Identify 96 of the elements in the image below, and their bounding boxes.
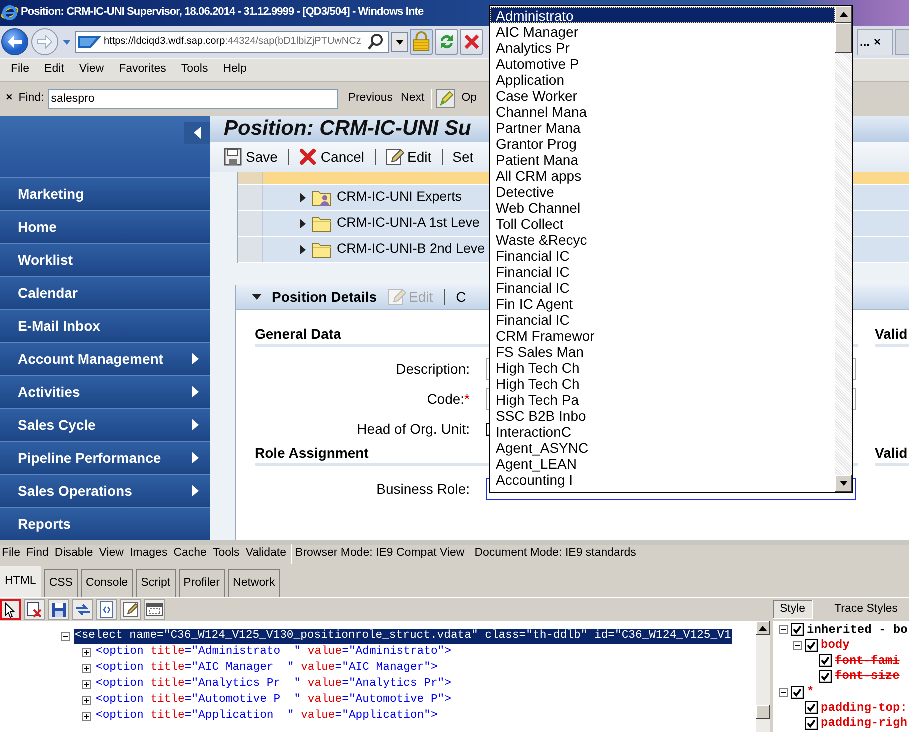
menu-item[interactable]: Find [24,547,53,561]
style-rule: inherited - bo [807,622,908,637]
menu-item[interactable]: Edit [38,63,72,77]
sidebar-item[interactable]: Sales Cycle [0,408,210,441]
sidebar-item[interactable]: Reports [0,507,210,540]
dropdown-option[interactable]: Automotive P [490,55,835,71]
menu-item[interactable]: Tools [210,547,244,561]
find-button[interactable]: Previous [346,92,396,106]
dropdown-option[interactable]: Partner Mana [490,119,835,135]
section-title: Valid [875,445,909,466]
menu-item[interactable]: Validate [244,547,291,561]
devtools-tab[interactable]: Profiler [178,569,226,597]
menu-item[interactable]: Cache [172,547,211,561]
dropdown-option[interactable]: Detective [490,183,835,199]
field-label: Description: [395,360,470,378]
window-title: Position: CRM-IC-UNI Supervisor, 18.06.2014 - 31.12.9999 - [QD3/504] - Windows Inte [21,6,424,20]
style-rule: * [807,684,814,700]
close-button[interactable]: × [4,92,15,106]
field-label: Head of Org. Unit: [356,420,470,438]
dropdown-option[interactable]: Administrato [490,7,835,23]
options-button[interactable]: Op [460,92,480,106]
dropdown-option[interactable]: Web Channel [490,199,835,215]
menu-item[interactable]: View [97,547,128,561]
dropdown-option[interactable]: All CRM apps [490,167,835,183]
cancel-button[interactable]: Cancel [296,148,367,166]
dropdown-option[interactable]: Financial IC [490,247,835,263]
field-label: Business Role: [376,480,470,498]
sidebar-item[interactable]: Activities [0,375,210,408]
code-line[interactable]: <option title="Analytics Pr " value="Analytics Pr"> [95,676,452,692]
menu-item[interactable]: Images [128,547,172,561]
dropdown-option[interactable]: Financial IC [490,311,835,327]
find-label: Find: [18,92,44,106]
dropdown-option[interactable]: High Tech Ch [490,359,835,375]
sidebar-item[interactable]: Account Management [0,342,210,375]
code-line[interactable]: <option title="AIC Manager " value="AIC Manager"> [95,660,439,676]
menu-item[interactable]: Tools [174,63,216,77]
dropdown-option[interactable]: Financial IC [490,263,835,279]
dropdown-option[interactable]: Financial IC [490,279,835,295]
page-title: Position: CRM-IC-UNI Su [224,116,472,142]
dropdown-option[interactable]: SSC B2B Inbo [490,407,835,423]
style-tab[interactable]: Trace Styles [828,600,904,620]
dropdown-option[interactable]: Grantor Prog [490,135,835,151]
devtools-tab[interactable]: HTML [0,566,42,597]
toolbar-button[interactable]: Set [450,148,476,166]
code-line[interactable]: <option title="Automotive P " value="Automotive P"> [95,692,452,708]
dropdown-option[interactable]: InteractionC [490,423,835,439]
sidebar-item[interactable]: Sales Operations [0,474,210,507]
style-rule: font-size [835,669,900,684]
dropdown-option[interactable]: Toll Collect [490,215,835,231]
sidebar-item[interactable]: Calendar [0,276,210,309]
style-rule: padding-righ [821,716,908,731]
browser-tab[interactable]: ... × [857,29,893,55]
style-rule: padding-top: [821,700,908,715]
panel-title: Position Details [272,288,378,306]
section-title: Valid [875,326,909,347]
dropdown-option[interactable]: High Tech Ch [490,375,835,391]
mode-label[interactable]: Document Mode: IE9 standards [470,547,642,561]
edit-button[interactable]: Edit [384,148,434,166]
sidebar-item[interactable]: Marketing [0,177,210,210]
field-label: Code:* [426,390,470,408]
dropdown-option[interactable]: Analytics Pr [490,39,835,55]
style-rule: font-fami [835,654,900,668]
devtools-tab[interactable]: Console [80,569,134,597]
find-button[interactable]: Next [399,92,427,106]
code-line[interactable]: <option title="Administrato " value="Administrato"> [95,644,452,660]
address-field[interactable]: https://ldciqd3.wdf.sap.corp:44324/sap(bD1lbiZjPTUwNCz [75,31,389,53]
dropdown-option[interactable]: Accounting I [490,471,835,487]
sidebar-item[interactable]: E-Mail Inbox [0,309,210,342]
dropdown-option[interactable]: Fin IC Agent [490,295,835,311]
dropdown-option[interactable]: AIC Manager [490,23,835,39]
menu-item[interactable]: Favorites [112,63,174,77]
dropdown-option[interactable]: CRM Framewor [490,327,835,343]
style-rule: body [821,638,850,653]
sidebar-item[interactable]: Pipeline Performance [0,441,210,474]
menu-item[interactable]: File [0,547,25,561]
sidebar-item[interactable]: Worklist [0,243,210,276]
menu-item[interactable]: File [4,63,38,77]
mode-label[interactable]: Browser Mode: IE9 Compat View [292,547,471,561]
dropdown-option[interactable]: High Tech Pa [490,391,835,407]
code-line[interactable]: <option title="Application " value="Application"> [95,708,439,724]
devtools-tab[interactable]: Script [136,569,176,597]
devtools-tab[interactable]: Network [228,569,280,597]
menu-item[interactable]: Disable [52,547,98,561]
dropdown-option[interactable]: Case Worker [490,87,835,103]
menu-item[interactable]: View [72,63,112,77]
sidebar-item[interactable]: Home [0,210,210,243]
panel-button[interactable]: C [454,288,468,306]
find-field[interactable]: salespro [48,89,338,109]
save-button[interactable]: Save [222,148,280,166]
menu-item[interactable]: Help [216,63,255,77]
devtools-tab[interactable]: CSS [44,569,78,597]
dropdown-option[interactable]: Waste &Recyc [490,231,835,247]
dropdown-option[interactable]: Patient Mana [490,151,835,167]
dropdown-option[interactable]: Channel Mana [490,103,835,119]
style-tab[interactable]: Style [773,600,813,620]
dropdown-option[interactable]: Application [490,71,835,87]
